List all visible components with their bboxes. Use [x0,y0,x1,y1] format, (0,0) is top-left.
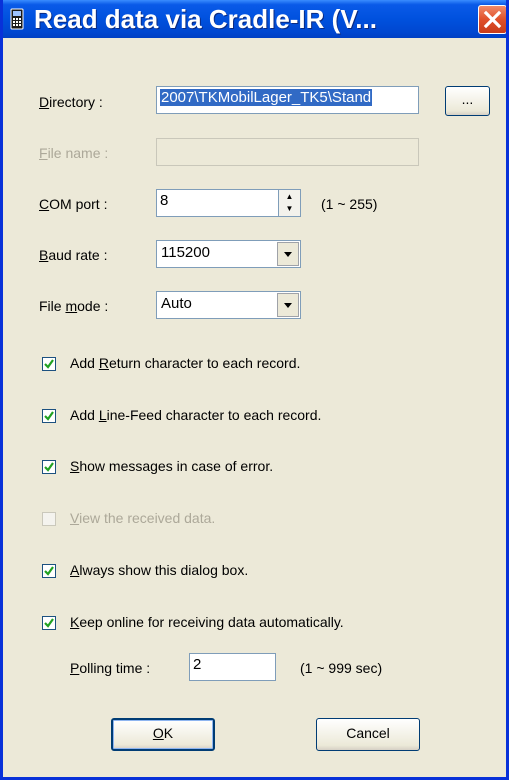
browse-button[interactable]: ... [445,86,490,116]
spin-down-icon[interactable]: ▼ [279,203,300,215]
option-add-linefeed-label[interactable]: Add Line-Feed character to each record. [70,407,321,423]
directory-input[interactable]: 2007\TKMobilLager_TK5\Stand [156,86,419,114]
file-name-input [156,138,419,166]
window-title: Read data via Cradle-IR (V... [34,4,377,34]
baud-rate-label: Baud rate : [39,247,108,263]
option-add-return-label[interactable]: Add Return character to each record. [70,355,300,371]
option-always-show-label[interactable]: Always show this dialog box. [70,562,248,578]
checkbox-view-received [42,512,56,526]
option-show-messages-label[interactable]: Show messages in case of error. [70,458,273,474]
spin-up-icon[interactable]: ▲ [279,191,300,203]
checkbox-always-show[interactable] [42,564,56,578]
chevron-down-icon[interactable] [277,242,299,266]
polling-time-range: (1 ~ 999 sec) [300,660,383,676]
com-port-range: (1 ~ 255) [321,196,378,212]
close-button[interactable] [478,5,506,34]
polling-time-input[interactable]: 2 [189,653,276,681]
option-keep-online-label[interactable]: Keep online for receiving data automatic… [70,614,344,630]
file-mode-select[interactable]: Auto [156,291,301,319]
com-port-spinner[interactable]: ▲ ▼ [278,190,300,216]
option-view-received-label: View the received data. [70,510,216,526]
file-mode-label: File mode : [39,298,109,314]
dialog-window: Read data via Cradle-IR (V... Directory … [0,0,509,780]
scanner-icon [10,8,24,30]
baud-rate-select[interactable]: 115200 [156,240,301,268]
checkbox-add-return[interactable] [42,357,56,371]
polling-time-label: Polling time : [70,660,151,676]
ok-button[interactable]: OK [111,718,215,751]
file-name-label: File name : [39,145,109,161]
checkbox-add-linefeed[interactable] [42,409,56,423]
title-bar[interactable]: Read data via Cradle-IR (V... [3,0,506,38]
checkbox-keep-online[interactable] [42,616,56,630]
checkbox-show-messages[interactable] [42,460,56,474]
close-icon [483,10,502,29]
cancel-button[interactable]: Cancel [316,718,420,751]
chevron-down-icon[interactable] [277,293,299,317]
directory-label: Directory : [39,94,103,110]
com-port-label: COM port : [39,196,108,212]
